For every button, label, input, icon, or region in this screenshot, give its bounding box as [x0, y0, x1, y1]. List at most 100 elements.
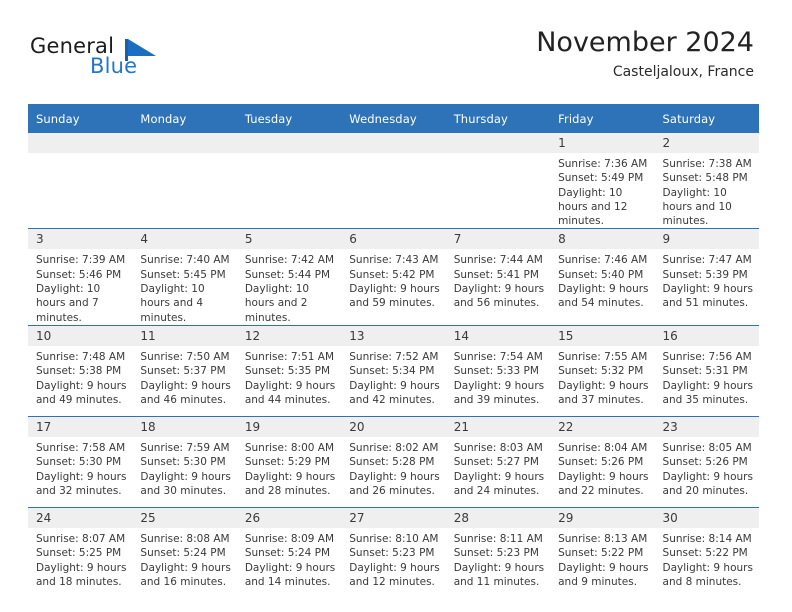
sun-info: Sunrise: 7:52 AM Sunset: 5:34 PM Daylight:…	[341, 346, 445, 407]
sunset-text: Sunset: 5:35 PM	[244, 365, 331, 378]
sunrise-text: Sunrise: 7:44 AM	[453, 254, 543, 267]
calendar-week-row: 17 Sunrise: 7:58 AM Sunset: 5:30 PM Dayligh…	[28, 415, 759, 508]
sunrise-text: Sunrise: 8:03 AM	[453, 441, 543, 454]
calendar-day-cell[interactable]: 14 Sunrise: 7:54 AM Sunset: 5:33 PM Dayligh…	[445, 324, 551, 417]
day-number: 7	[445, 229, 551, 250]
sunrise-text: Sunrise: 8:10 AM	[349, 532, 439, 545]
calendar-body: 1 Sunrise: 7:36 AM Sunset: 5:49 PM Daylight…	[28, 133, 759, 598]
calendar-day-cell[interactable]: 18 Sunrise: 7:59 AM Sunset: 5:30 PM Dayligh…	[132, 415, 237, 508]
page-subtitle: Casteljaloux, France	[612, 64, 754, 81]
calendar-day-cell[interactable]: 1 Sunrise: 7:36 AM Sunset: 5:49 PM Daylight…	[550, 133, 655, 229]
sun-info: Sunrise: 8:00 AM Sunset: 5:29 PM Daylight:…	[237, 437, 341, 498]
day-number: 15	[550, 325, 655, 346]
calendar-day-cell-empty	[445, 133, 551, 229]
calendar-day-cell[interactable]: 25 Sunrise: 8:08 AM Sunset: 5:24 PM Dayligh…	[132, 506, 237, 598]
calendar-day-cell[interactable]: 4 Sunrise: 7:40 AM Sunset: 5:45 PM Daylight…	[132, 228, 237, 326]
calendar-day-cell[interactable]: 13 Sunrise: 7:52 AM Sunset: 5:34 PM Dayligh…	[341, 324, 446, 417]
daylight-text: Daylight: 9 hours and 9 minutes.	[558, 561, 649, 588]
daylight-text: Daylight: 10 hours and 4 minutes.	[140, 283, 205, 324]
day-number: 20	[341, 416, 446, 437]
calendar-day-cell[interactable]: 23 Sunrise: 8:05 AM Sunset: 5:26 PM Dayligh…	[654, 415, 759, 508]
calendar-day-cell[interactable]: 15 Sunrise: 7:55 AM Sunset: 5:32 PM Dayligh…	[550, 324, 655, 417]
sunrise-text: Sunrise: 7:39 AM	[36, 254, 126, 267]
sunset-text: Sunset: 5:33 PM	[453, 365, 539, 378]
calendar-day-cell-empty	[236, 133, 342, 229]
sun-info: Sunrise: 8:03 AM Sunset: 5:27 PM Daylight:…	[446, 437, 550, 498]
calendar-day-cell[interactable]: 3 Sunrise: 7:39 AM Sunset: 5:46 PM Daylight…	[28, 228, 133, 326]
daylight-text: Daylight: 10 hours and 2 minutes.	[244, 283, 310, 324]
sunrise-text: Sunrise: 7:46 AM	[558, 254, 648, 267]
day-number: 3	[28, 229, 133, 250]
day-number: 9	[654, 229, 759, 250]
sunrise-text: Sunrise: 7:54 AM	[453, 350, 543, 363]
sunrise-text: Sunrise: 7:56 AM	[662, 350, 752, 363]
calendar-day-cell[interactable]: 28 Sunrise: 8:11 AM Sunset: 5:23 PM Dayligh…	[445, 506, 551, 598]
calendar-week-row: 1 Sunrise: 7:36 AM Sunset: 5:49 PM Daylight…	[28, 133, 759, 229]
calendar-week-row: 10 Sunrise: 7:48 AM Sunset: 5:38 PM Dayligh…	[28, 324, 759, 417]
day-number	[445, 133, 551, 153]
calendar-day-cell[interactable]: 17 Sunrise: 7:58 AM Sunset: 5:30 PM Dayligh…	[28, 415, 133, 508]
daylight-text: Daylight: 9 hours and 42 minutes.	[349, 379, 440, 406]
sunset-text: Sunset: 5:26 PM	[662, 456, 748, 469]
calendar-day-cell[interactable]: 27 Sunrise: 8:10 AM Sunset: 5:23 PM Dayligh…	[341, 506, 446, 598]
sunset-text: Sunset: 5:30 PM	[140, 456, 226, 469]
sunrise-text: Sunrise: 7:48 AM	[36, 350, 126, 363]
calendar-day-cell[interactable]: 20 Sunrise: 8:02 AM Sunset: 5:28 PM Dayligh…	[341, 415, 446, 508]
calendar-day-cell[interactable]: 2 Sunrise: 7:38 AM Sunset: 5:48 PM Daylight…	[654, 133, 759, 229]
sun-info: Sunrise: 7:58 AM Sunset: 5:30 PM Daylight:…	[28, 437, 132, 498]
sun-info: Sunrise: 8:07 AM Sunset: 5:25 PM Daylight:…	[28, 528, 132, 589]
daylight-text: Daylight: 9 hours and 37 minutes.	[558, 379, 649, 406]
brand-logo[interactable]: General Blue	[30, 34, 220, 82]
calendar-day-cell[interactable]: 11 Sunrise: 7:50 AM Sunset: 5:37 PM Dayligh…	[132, 324, 237, 417]
calendar-day-cell[interactable]: 21 Sunrise: 8:03 AM Sunset: 5:27 PM Dayligh…	[445, 415, 551, 508]
calendar-day-cell[interactable]: 29 Sunrise: 8:13 AM Sunset: 5:22 PM Dayligh…	[550, 506, 655, 598]
sun-info: Sunrise: 7:47 AM Sunset: 5:39 PM Daylight:…	[655, 249, 759, 310]
calendar-day-cell[interactable]: 8 Sunrise: 7:46 AM Sunset: 5:40 PM Daylight…	[550, 228, 655, 326]
sunrise-text: Sunrise: 7:36 AM	[558, 158, 648, 170]
page-title: November 2024	[536, 27, 754, 58]
sunset-text: Sunset: 5:26 PM	[558, 456, 644, 469]
sunrise-text: Sunrise: 8:05 AM	[662, 441, 752, 454]
calendar-day-cell[interactable]: 10 Sunrise: 7:48 AM Sunset: 5:38 PM Dayligh…	[28, 324, 133, 417]
sunrise-text: Sunrise: 7:38 AM	[662, 158, 752, 170]
sunset-text: Sunset: 5:41 PM	[453, 268, 539, 281]
calendar-day-cell[interactable]: 7 Sunrise: 7:44 AM Sunset: 5:41 PM Daylight…	[445, 228, 551, 326]
daylight-text: Daylight: 10 hours and 10 minutes.	[662, 186, 732, 228]
sun-info: Sunrise: 7:54 AM Sunset: 5:33 PM Daylight:…	[446, 346, 550, 407]
sun-info: Sunrise: 8:11 AM Sunset: 5:23 PM Daylight:…	[446, 528, 550, 589]
sun-info: Sunrise: 7:56 AM Sunset: 5:31 PM Daylight:…	[655, 346, 759, 407]
day-number: 13	[341, 325, 446, 346]
sunset-text: Sunset: 5:22 PM	[558, 547, 644, 560]
sun-info: Sunrise: 7:59 AM Sunset: 5:30 PM Daylight:…	[132, 437, 236, 498]
sunrise-text: Sunrise: 8:00 AM	[244, 441, 335, 454]
calendar-day-cell[interactable]: 19 Sunrise: 8:00 AM Sunset: 5:29 PM Dayligh…	[236, 415, 342, 508]
sunset-text: Sunset: 5:49 PM	[558, 172, 644, 185]
calendar-day-cell[interactable]: 24 Sunrise: 8:07 AM Sunset: 5:25 PM Dayligh…	[28, 506, 133, 598]
calendar-day-cell[interactable]: 5 Sunrise: 7:42 AM Sunset: 5:44 PM Daylight…	[236, 228, 342, 326]
sunrise-text: Sunrise: 7:50 AM	[140, 350, 230, 363]
calendar-day-cell-empty	[132, 133, 237, 229]
day-number: 16	[654, 325, 759, 346]
daylight-text: Daylight: 9 hours and 46 minutes.	[140, 379, 231, 406]
sunset-text: Sunset: 5:38 PM	[36, 365, 122, 378]
calendar-day-cell[interactable]: 16 Sunrise: 7:56 AM Sunset: 5:31 PM Dayligh…	[654, 324, 759, 417]
sunset-text: Sunset: 5:24 PM	[244, 547, 331, 560]
sunrise-text: Sunrise: 8:14 AM	[662, 532, 752, 545]
calendar-day-cell[interactable]: 9 Sunrise: 7:47 AM Sunset: 5:39 PM Daylight…	[654, 228, 759, 326]
sun-info: Sunrise: 7:50 AM Sunset: 5:37 PM Daylight:…	[132, 346, 236, 407]
calendar-day-cell[interactable]: 22 Sunrise: 8:04 AM Sunset: 5:26 PM Dayligh…	[550, 415, 655, 508]
calendar-wrapper: Sunday Monday Tuesday Wednesday Thursday…	[28, 104, 759, 598]
calendar-day-cell[interactable]: 26 Sunrise: 8:09 AM Sunset: 5:24 PM Dayligh…	[236, 506, 342, 598]
sunrise-text: Sunrise: 7:42 AM	[244, 254, 335, 267]
day-number: 27	[341, 507, 446, 528]
sunset-text: Sunset: 5:23 PM	[349, 547, 435, 560]
sunset-text: Sunset: 5:32 PM	[558, 365, 644, 378]
sunset-text: Sunset: 5:45 PM	[140, 268, 226, 281]
calendar-header-row-group: Sunday Monday Tuesday Wednesday Thursday…	[28, 104, 759, 133]
sun-info: Sunrise: 8:05 AM Sunset: 5:26 PM Daylight:…	[655, 437, 759, 498]
calendar-day-cell[interactable]: 30 Sunrise: 8:14 AM Sunset: 5:22 PM Dayligh…	[654, 506, 759, 598]
daylight-text: Daylight: 9 hours and 59 minutes.	[349, 283, 440, 310]
calendar-day-cell[interactable]: 12 Sunrise: 7:51 AM Sunset: 5:35 PM Dayligh…	[236, 324, 342, 417]
day-number	[28, 133, 133, 153]
calendar-day-cell[interactable]: 6 Sunrise: 7:43 AM Sunset: 5:42 PM Daylight…	[341, 228, 446, 326]
